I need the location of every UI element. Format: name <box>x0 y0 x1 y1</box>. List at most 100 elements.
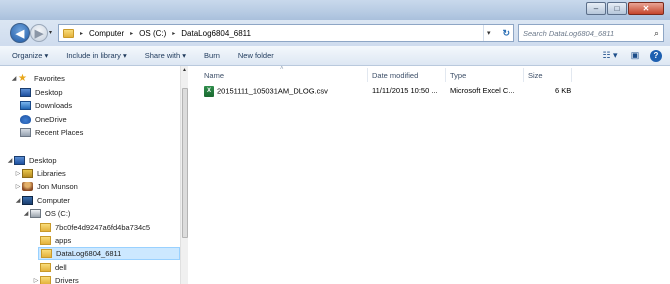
collapse-arrow-icon[interactable]: ◢ <box>14 197 22 204</box>
breadcrumb-datalog[interactable]: DataLog6804_6811 <box>181 29 251 38</box>
view-controls: ☷ ▾ ▣ ? <box>592 49 662 62</box>
sidebar-item-datalog[interactable]: DataLog6804_6811 <box>38 247 180 260</box>
sidebar-item-desktop[interactable]: Desktop <box>20 86 63 99</box>
column-header-name[interactable]: Name <box>200 68 368 82</box>
collapse-arrow-icon[interactable]: ◢ <box>22 210 30 217</box>
minimize-button[interactable]: – <box>586 2 606 15</box>
address-row: ◀ ▶ ▾ ▸ Computer ▸ OS (C:) ▸ DataLog6804… <box>0 20 670 46</box>
sidebar-item-label: 7bc0fe4d9247a6fd4ba734c5 <box>55 223 151 232</box>
share-with-menu[interactable]: Share with ▾ <box>145 51 186 60</box>
sidebar-item-apps[interactable]: apps <box>40 234 71 247</box>
breadcrumb-computer[interactable]: Computer <box>89 29 124 38</box>
sidebar-item-folder-7bc0[interactable]: 7bc0fe4d9247a6fd4ba734c5 <box>40 221 150 234</box>
computer-icon <box>22 196 33 205</box>
sidebar-item-label: Downloads <box>35 101 73 110</box>
navigation-scrollbar[interactable]: ▲ <box>180 66 188 284</box>
file-type: Microsoft Excel C... <box>450 86 515 95</box>
sidebar-item-label: Libraries <box>37 169 66 178</box>
excel-csv-icon: X <box>204 86 214 97</box>
desktop-icon <box>20 88 31 97</box>
desktop-icon <box>14 156 25 165</box>
sidebar-item-drivers[interactable]: ▷ Drivers <box>32 274 79 284</box>
sidebar-item-label: DataLog6804_6811 <box>56 249 122 258</box>
sidebar-item-computer[interactable]: ◢ Computer <box>14 194 70 207</box>
address-controls: ▾ ↻ <box>483 25 513 41</box>
include-in-library-menu[interactable]: Include in library ▾ <box>66 51 126 60</box>
column-header-label: Name <box>204 70 225 80</box>
folder-icon <box>41 249 52 258</box>
folder-icon <box>40 236 51 245</box>
back-arrow-icon: ◀ <box>15 27 25 40</box>
collapse-arrow-icon[interactable]: ◢ <box>10 75 18 82</box>
onedrive-icon <box>20 115 31 124</box>
scroll-up-icon[interactable]: ▲ <box>182 67 187 73</box>
sidebar-item-label: Drivers <box>55 276 79 284</box>
sidebar-item-favorites[interactable]: ◢ ★ Favorites <box>10 72 65 85</box>
libraries-icon <box>22 169 33 178</box>
forward-arrow-icon: ▶ <box>34 27 44 40</box>
breadcrumb-separator-icon[interactable]: ▸ <box>172 30 175 37</box>
close-icon: ✕ <box>642 4 650 13</box>
file-name: 20151111_105031AM_DLOG.csv <box>217 86 328 96</box>
sidebar-item-label: Computer <box>37 196 70 205</box>
sidebar-item-label: dell <box>55 263 67 272</box>
sidebar-item-label: OneDrive <box>35 115 67 124</box>
file-size: 6 KB <box>555 86 572 95</box>
sidebar-item-label: apps <box>55 236 72 245</box>
sidebar-item-label: OS (C:) <box>45 209 71 218</box>
burn-button[interactable]: Burn <box>204 51 220 60</box>
column-header-type[interactable]: Type <box>446 68 524 82</box>
sidebar-item-label: Favorites <box>34 74 65 83</box>
expand-arrow-icon[interactable]: ▷ <box>14 183 22 190</box>
sidebar-item-desktop-root[interactable]: ◢ Desktop <box>6 154 57 167</box>
maximize-button[interactable]: □ <box>607 2 627 15</box>
column-header-date-modified[interactable]: Date modified <box>368 68 446 82</box>
breadcrumb-separator-icon[interactable]: ▸ <box>130 30 133 37</box>
breadcrumb-separator-icon[interactable]: ▸ <box>80 30 83 37</box>
sidebar-item-libraries[interactable]: ▷ Libraries <box>14 167 66 180</box>
search-placeholder: Search DataLog6804_6811 <box>523 28 615 38</box>
refresh-button[interactable]: ↻ <box>502 28 510 39</box>
column-header-label: Size <box>528 70 543 80</box>
folder-icon <box>40 223 51 232</box>
column-header-size[interactable]: Size <box>524 68 572 82</box>
drive-icon <box>30 209 41 218</box>
sidebar-item-recent-places[interactable]: Recent Places <box>20 126 83 139</box>
minimize-icon: – <box>593 4 599 13</box>
file-name-cell[interactable]: X 20151111_105031AM_DLOG.csv <box>204 86 328 97</box>
sidebar-item-onedrive[interactable]: OneDrive <box>20 113 67 126</box>
expand-arrow-icon[interactable]: ▷ <box>14 170 22 177</box>
sidebar-item-label: Desktop <box>35 88 63 97</box>
forward-button[interactable]: ▶ <box>30 24 48 42</box>
address-history-dropdown[interactable]: ▾ <box>487 29 491 37</box>
change-view-icon[interactable]: ☷ ▾ <box>600 49 620 62</box>
search-input[interactable]: Search DataLog6804_6811 ⌕ <box>518 24 664 42</box>
preview-pane-icon[interactable]: ▣ <box>628 49 642 62</box>
table-row[interactable]: X 20151111_105031AM_DLOG.csv 11/11/2015 1… <box>200 86 580 100</box>
close-button[interactable]: ✕ <box>628 2 664 15</box>
sidebar-item-label: Jon Munson <box>37 182 78 191</box>
breadcrumb-os-c[interactable]: OS (C:) <box>139 29 166 38</box>
recent-places-icon <box>20 128 31 137</box>
window-controls: – □ ✕ <box>585 2 664 15</box>
back-button[interactable]: ◀ <box>10 23 30 43</box>
recent-pages-dropdown[interactable]: ▾ <box>49 29 52 36</box>
command-bar: Organize ▾ Include in library ▾ Share wi… <box>0 46 670 66</box>
organize-menu[interactable]: Organize ▾ <box>12 51 48 60</box>
folder-icon <box>63 28 74 38</box>
title-bar: – □ ✕ <box>0 0 670 20</box>
sidebar-item-downloads[interactable]: Downloads <box>20 99 72 112</box>
search-icon[interactable]: ⌕ <box>654 28 659 39</box>
column-header-label: Date modified <box>372 70 419 80</box>
downloads-icon <box>20 101 31 110</box>
address-bar[interactable]: ▸ Computer ▸ OS (C:) ▸ DataLog6804_6811 … <box>58 24 514 42</box>
new-folder-button[interactable]: New folder <box>238 51 274 60</box>
sidebar-item-label: Recent Places <box>35 128 84 137</box>
sidebar-item-dell[interactable]: dell <box>40 261 67 274</box>
help-icon[interactable]: ? <box>650 49 662 62</box>
collapse-arrow-icon[interactable]: ◢ <box>6 157 14 164</box>
expand-arrow-icon[interactable]: ▷ <box>32 277 40 284</box>
sidebar-item-label: Desktop <box>29 156 57 165</box>
sidebar-item-os-c[interactable]: ◢ OS (C:) <box>22 207 70 220</box>
sidebar-item-jon-munson[interactable]: ▷ Jon Munson <box>14 180 78 193</box>
